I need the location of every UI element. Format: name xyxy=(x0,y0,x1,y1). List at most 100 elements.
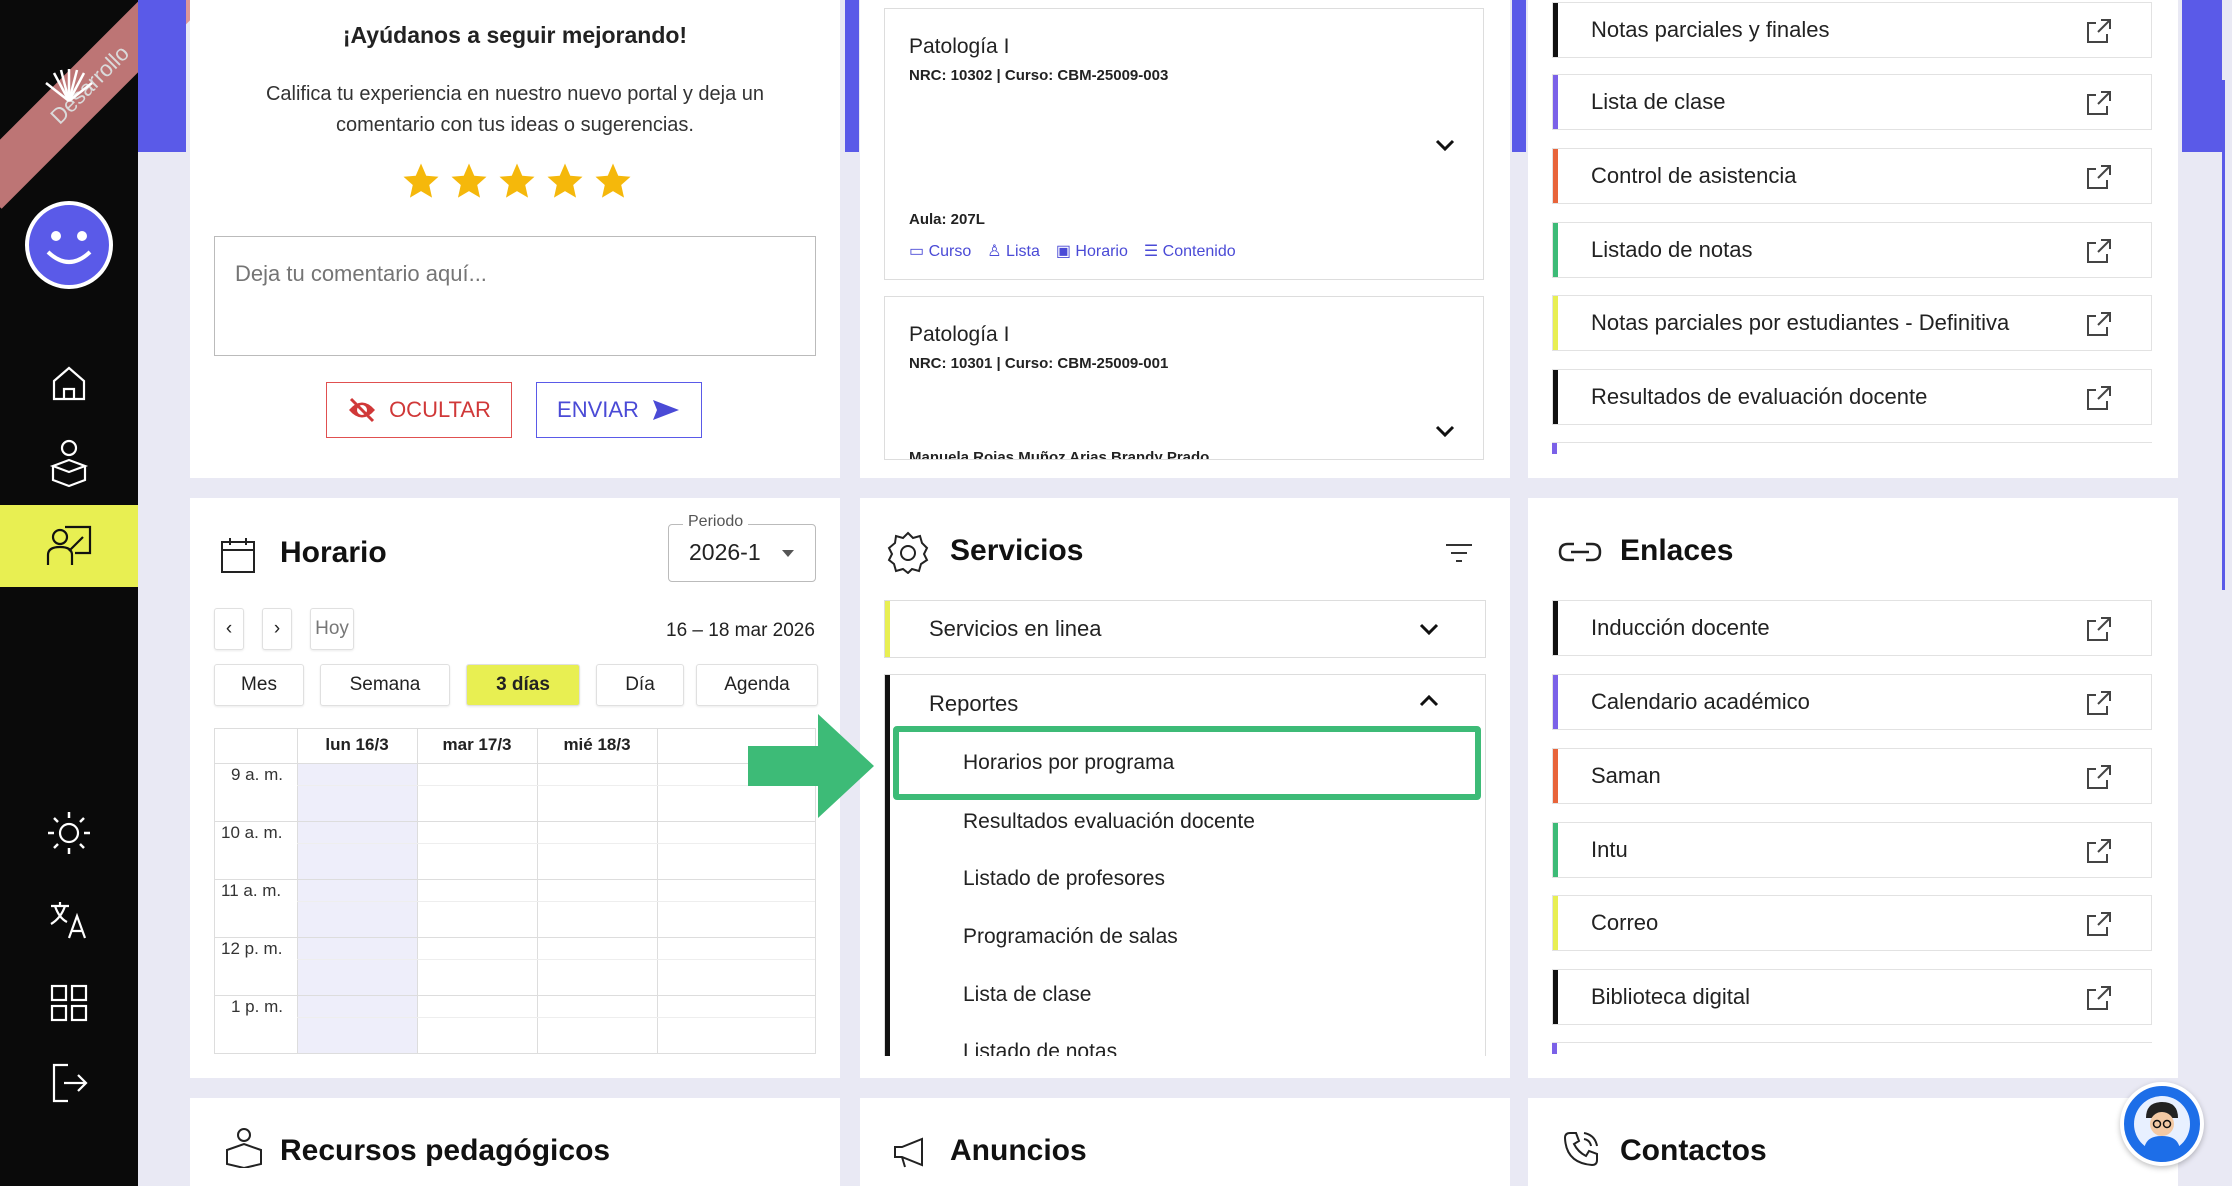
report-link[interactable]: Listado de notas xyxy=(1552,222,2152,278)
chevron-down-icon[interactable] xyxy=(1433,137,1457,153)
rating-stars[interactable] xyxy=(400,160,634,202)
grid-line xyxy=(215,763,815,764)
period-label: Periodo xyxy=(683,513,749,531)
student-icon[interactable] xyxy=(0,435,138,491)
day-header: lun 16/3 xyxy=(325,735,389,754)
chevron-up-icon[interactable] xyxy=(1417,693,1441,709)
view-month-button[interactable]: Mes xyxy=(214,664,304,706)
report-link[interactable]: Resultados de evaluación docente xyxy=(1552,369,2152,425)
external-link-icon xyxy=(2087,239,2111,263)
resources-icon xyxy=(226,1128,262,1168)
home-icon[interactable] xyxy=(0,360,138,406)
report-link-label: Notas parciales y finales xyxy=(1591,17,1830,42)
list-link[interactable]: ♙ Lista xyxy=(987,241,1040,261)
period-value: 2026-1 xyxy=(689,539,761,565)
accent-block xyxy=(1512,0,1526,152)
hide-label: OCULTAR xyxy=(389,397,491,422)
time-label: 1 p. m. xyxy=(231,997,283,1016)
report-item[interactable]: Horarios por programa xyxy=(963,751,1174,775)
report-link[interactable]: Notas parciales por estudiantes - Defini… xyxy=(1552,295,2152,351)
avatar-icon[interactable] xyxy=(0,200,138,290)
servicios-title: Servicios xyxy=(950,534,1084,567)
report-link[interactable]: Notas parciales y finales xyxy=(1552,2,2152,58)
report-item[interactable]: Listado de profesores xyxy=(963,867,1165,891)
comment-textarea[interactable] xyxy=(214,236,816,356)
theme-icon[interactable] xyxy=(0,808,138,858)
schedule-link[interactable]: ▣ Horario xyxy=(1056,241,1128,261)
filter-icon[interactable] xyxy=(1444,542,1474,564)
recursos-card: Recursos pedagógicos xyxy=(190,1098,840,1186)
time-label: 12 p. m. xyxy=(221,939,283,958)
report-link-label: Resultados de evaluación docente xyxy=(1591,384,1928,409)
grid-line xyxy=(417,729,418,1053)
chevron-down-icon xyxy=(1419,623,1439,636)
star-icon[interactable] xyxy=(448,160,490,202)
caret-down-icon xyxy=(782,550,794,557)
grid-line xyxy=(297,785,815,786)
reportes-label[interactable]: Reportes xyxy=(929,691,1018,717)
page-scrollbar[interactable] xyxy=(2222,80,2225,590)
hide-button[interactable]: OCULTAR xyxy=(326,382,512,438)
today-button[interactable]: Hoy xyxy=(310,608,354,650)
report-item[interactable]: Lista de clase xyxy=(963,983,1091,1007)
anuncios-title: Anuncios xyxy=(950,1134,1087,1167)
enlace-link[interactable]: Correo xyxy=(1552,895,2152,951)
course-item[interactable]: Patología I NRC: 10301 | Curso: CBM-2500… xyxy=(884,296,1484,460)
reports-list: Notas parciales y finales Lista de clase… xyxy=(1552,0,2152,454)
teacher-icon[interactable] xyxy=(0,505,138,587)
grid-line xyxy=(657,729,658,1053)
report-item[interactable]: Programación de salas xyxy=(963,925,1178,949)
external-link-icon xyxy=(2087,765,2111,789)
apps-icon[interactable] xyxy=(0,978,138,1028)
report-link-label: Notas parciales por estudiantes - Defini… xyxy=(1591,310,2010,335)
enlace-link[interactable]: Intu xyxy=(1552,822,2152,878)
accent-block xyxy=(138,0,186,152)
next-button[interactable]: › xyxy=(262,608,292,650)
star-icon[interactable] xyxy=(592,160,634,202)
view-week-button[interactable]: Semana xyxy=(320,664,450,706)
content-link[interactable]: ☰ Contenido xyxy=(1144,241,1236,261)
time-label: 11 a. m. xyxy=(221,881,282,900)
report-link[interactable]: Lista de clase xyxy=(1552,74,2152,130)
enlace-link[interactable]: Inducción docente xyxy=(1552,600,2152,656)
gear-icon xyxy=(887,531,929,574)
course-item[interactable]: Patología I NRC: 10302 | Curso: CBM-2500… xyxy=(884,8,1484,280)
external-link-icon xyxy=(2087,839,2111,863)
enlace-link[interactable]: Saman xyxy=(1552,748,2152,804)
view-day-button[interactable]: Día xyxy=(596,664,684,706)
course-meta: NRC: 10301 | Curso: CBM-25009-001 xyxy=(909,355,1169,372)
enlace-link[interactable]: Biblioteca digital xyxy=(1552,969,2152,1025)
assistant-avatar-icon xyxy=(2134,1096,2190,1152)
enlace-label: Calendario académico xyxy=(1591,689,1810,714)
online-services-label: Servicios en linea xyxy=(929,616,1102,641)
period-select[interactable]: Periodo 2026-1 xyxy=(668,513,816,582)
enlace-label: Correo xyxy=(1591,910,1659,935)
grid-line xyxy=(215,821,815,822)
course-name: Patología I xyxy=(909,35,1010,58)
assistant-button[interactable] xyxy=(2120,1082,2204,1166)
course-name: Patología I xyxy=(909,323,1010,346)
external-link-icon xyxy=(2087,312,2111,336)
report-item[interactable]: Listado de notas xyxy=(963,1040,1117,1056)
enlace-link[interactable]: Calendario académico xyxy=(1552,674,2152,730)
contactos-card: Contactos xyxy=(1528,1098,2178,1186)
send-button[interactable]: ENVIAR xyxy=(536,382,702,438)
report-item[interactable]: Resultados evaluación docente xyxy=(963,810,1255,834)
star-icon[interactable] xyxy=(496,160,538,202)
report-link[interactable]: Control de asistencia xyxy=(1552,148,2152,204)
horario-card: Horario Periodo 2026-1 ‹ › Hoy 16 – 18 m… xyxy=(190,498,840,1078)
calendar-grid[interactable]: lun 16/3 mar 17/3 mié 18/3 9 a. m. 10 a.… xyxy=(214,728,816,1054)
logo-icon[interactable] xyxy=(0,58,138,108)
star-icon[interactable] xyxy=(400,160,442,202)
star-icon[interactable] xyxy=(544,160,586,202)
course-link[interactable]: ▭ Curso xyxy=(909,241,971,261)
course-meta: NRC: 10302 | Curso: CBM-25009-003 xyxy=(909,67,1169,84)
logout-icon[interactable] xyxy=(0,1058,138,1108)
view-agenda-button[interactable]: Agenda xyxy=(696,664,818,706)
translate-icon[interactable] xyxy=(0,895,138,945)
online-services-toggle[interactable]: Servicios en linea xyxy=(884,600,1486,658)
chevron-down-icon[interactable] xyxy=(1433,423,1457,439)
prev-button[interactable]: ‹ xyxy=(214,608,244,650)
grid-line xyxy=(297,729,298,1053)
view-3days-button[interactable]: 3 días xyxy=(466,664,580,706)
